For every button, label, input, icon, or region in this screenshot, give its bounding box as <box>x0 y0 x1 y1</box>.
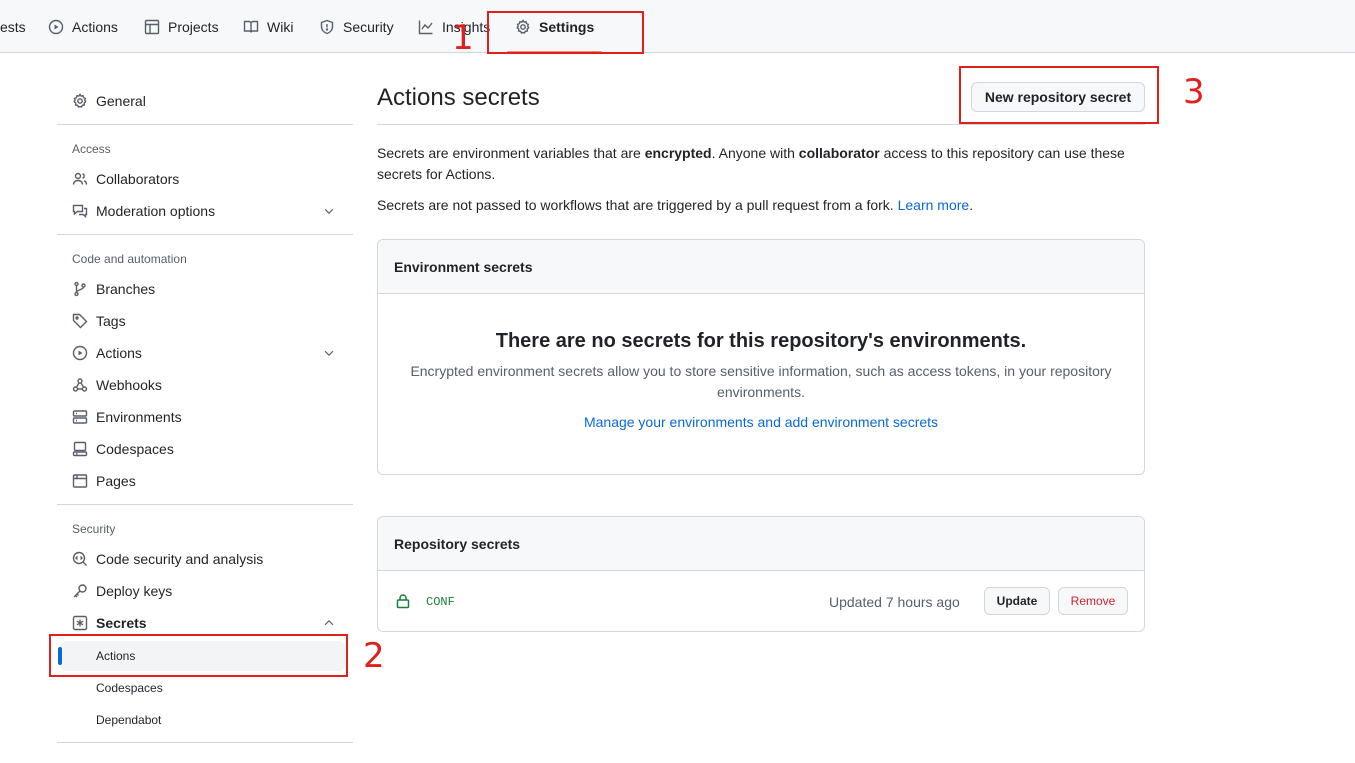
sidebar-item-label: Secrets <box>96 615 147 631</box>
tab-label: Actions <box>72 18 118 35</box>
chevron-up-icon[interactable] <box>322 616 336 630</box>
gear-icon <box>73 93 87 108</box>
asterisk-icon <box>72 615 88 631</box>
sidebar-subitem-label: Dependabot <box>96 713 162 727</box>
tag-icon <box>72 313 88 329</box>
sidebar-subitem-codespaces[interactable]: Codespaces <box>60 673 345 703</box>
annotation-box-3 <box>959 66 1159 124</box>
remove-secret-button[interactable]: Remove <box>1058 587 1128 615</box>
people-icon <box>72 172 88 185</box>
tab-pull-requests[interactable]: ests <box>0 0 26 53</box>
tab-projects[interactable]: Projects <box>144 0 219 53</box>
annotation-box-2 <box>49 634 348 677</box>
codescan-icon <box>72 551 87 566</box>
learn-more-link[interactable]: Learn more <box>898 197 970 213</box>
empty-state-title: There are no secrets for this repository… <box>495 330 1027 352</box>
webhook-icon <box>72 378 88 392</box>
environment-secrets-header: Environment secrets <box>378 240 1144 294</box>
sidebar-subitem-label: Codespaces <box>96 681 163 695</box>
tab-wiki[interactable]: Wiki <box>243 0 293 53</box>
sidebar-item-collaborators[interactable]: Collaborators <box>72 165 342 193</box>
sidebar-section-security: Security <box>72 522 116 536</box>
sidebar-item-deploy-keys[interactable]: Deploy keys <box>72 577 342 605</box>
sidebar-item-label: Webhooks <box>96 377 162 393</box>
chevron-down-icon[interactable] <box>322 346 336 360</box>
codespaces-icon <box>72 441 88 457</box>
fork-note-paragraph: Secrets are not passed to workflows that… <box>377 197 974 213</box>
sidebar-item-label: Deploy keys <box>96 583 173 599</box>
empty-state-description: Encrypted environment secrets allow you … <box>410 363 1112 400</box>
intro-paragraph: Secrets are environment variables that a… <box>377 143 1137 185</box>
sidebar-subitem-dependabot[interactable]: Dependabot <box>60 705 345 735</box>
sidebar-item-label: Code security and analysis <box>96 551 264 567</box>
manage-environments-link[interactable]: Manage your environments and add environ… <box>584 414 938 430</box>
secret-name: CONF <box>426 595 455 609</box>
browser-icon <box>72 474 88 488</box>
sidebar-item-pages[interactable]: Pages <box>72 467 342 495</box>
annotation-number-3: 3 <box>1183 72 1205 112</box>
sidebar-item-actions[interactable]: Actions <box>72 339 342 367</box>
intro-bold-collaborator: collaborator <box>798 145 880 161</box>
annotation-box-1 <box>487 11 644 54</box>
annotation-number-2: 2 <box>363 636 385 676</box>
secret-updated-time: Updated 7 hours ago <box>829 594 960 610</box>
tab-security[interactable]: Security <box>319 0 394 53</box>
sidebar-divider <box>57 234 353 235</box>
sidebar-item-tags[interactable]: Tags <box>72 307 342 335</box>
intro-text: Secrets are environment variables that a… <box>377 145 641 161</box>
sidebar-item-label: Actions <box>96 345 142 361</box>
lock-icon <box>396 594 410 609</box>
sidebar-item-label: Collaborators <box>96 171 180 187</box>
sidebar-item-webhooks[interactable]: Webhooks <box>72 371 342 399</box>
sidebar-item-label: Environments <box>96 409 182 425</box>
tab-label: ests <box>0 18 26 35</box>
sidebar-item-label: Branches <box>96 281 156 297</box>
title-divider <box>377 124 1145 125</box>
sidebar-divider <box>57 124 353 125</box>
sidebar-divider <box>57 504 353 505</box>
sidebar-item-label: Tags <box>96 313 126 329</box>
play-icon <box>48 19 64 34</box>
sidebar-item-general[interactable]: General <box>72 87 342 115</box>
sidebar-item-label: Moderation options <box>96 203 216 219</box>
annotation-number-1: 1 <box>452 18 474 58</box>
sidebar-item-code-security[interactable]: Code security and analysis <box>72 545 342 573</box>
sidebar-item-environments[interactable]: Environments <box>72 403 342 431</box>
sidebar-item-codespaces[interactable]: Codespaces <box>72 435 342 463</box>
repository-secrets-header: Repository secrets <box>378 517 1144 571</box>
sidebar-item-moderation[interactable]: Moderation options <box>72 197 342 225</box>
sidebar-divider <box>57 742 353 743</box>
sidebar-section-code-automation: Code and automation <box>72 252 187 266</box>
repo-nav: ests Actions Projects Wiki Security Insi… <box>0 0 1355 53</box>
sidebar-item-secrets[interactable]: Secrets <box>72 609 342 637</box>
repository-secrets-box: Repository secrets CONF Updated 7 hours … <box>377 516 1145 632</box>
environment-secrets-box: Environment secrets There are no secrets… <box>377 239 1145 475</box>
key-icon <box>73 584 87 598</box>
tab-label: Security <box>343 18 394 35</box>
sidebar-item-branches[interactable]: Branches <box>72 275 342 303</box>
intro-text: . Anyone with <box>711 145 795 161</box>
fork-note-text: Secrets are not passed to workflows that… <box>377 197 894 213</box>
graph-icon <box>418 20 433 34</box>
sidebar-item-label: General <box>96 93 146 109</box>
sidebar-item-label: Codespaces <box>96 441 174 457</box>
update-secret-button[interactable]: Update <box>984 587 1050 615</box>
table-icon <box>144 19 160 34</box>
chevron-down-icon[interactable] <box>322 204 336 218</box>
tab-actions[interactable]: Actions <box>48 0 118 53</box>
comment-discussion-icon <box>72 204 88 218</box>
tab-label: Wiki <box>267 18 294 35</box>
shield-icon <box>320 19 334 34</box>
git-branch-icon <box>74 281 86 297</box>
secret-row: CONF Updated 7 hours ago Update Remove <box>378 572 1144 631</box>
sidebar-section-access: Access <box>72 142 111 156</box>
play-icon <box>72 345 88 361</box>
page-title: Actions secrets <box>377 84 540 111</box>
sidebar-item-label: Pages <box>96 473 136 489</box>
intro-bold-encrypted: encrypted <box>644 145 712 161</box>
book-icon <box>243 20 259 33</box>
tab-label: Projects <box>168 18 219 35</box>
server-icon <box>72 410 88 424</box>
